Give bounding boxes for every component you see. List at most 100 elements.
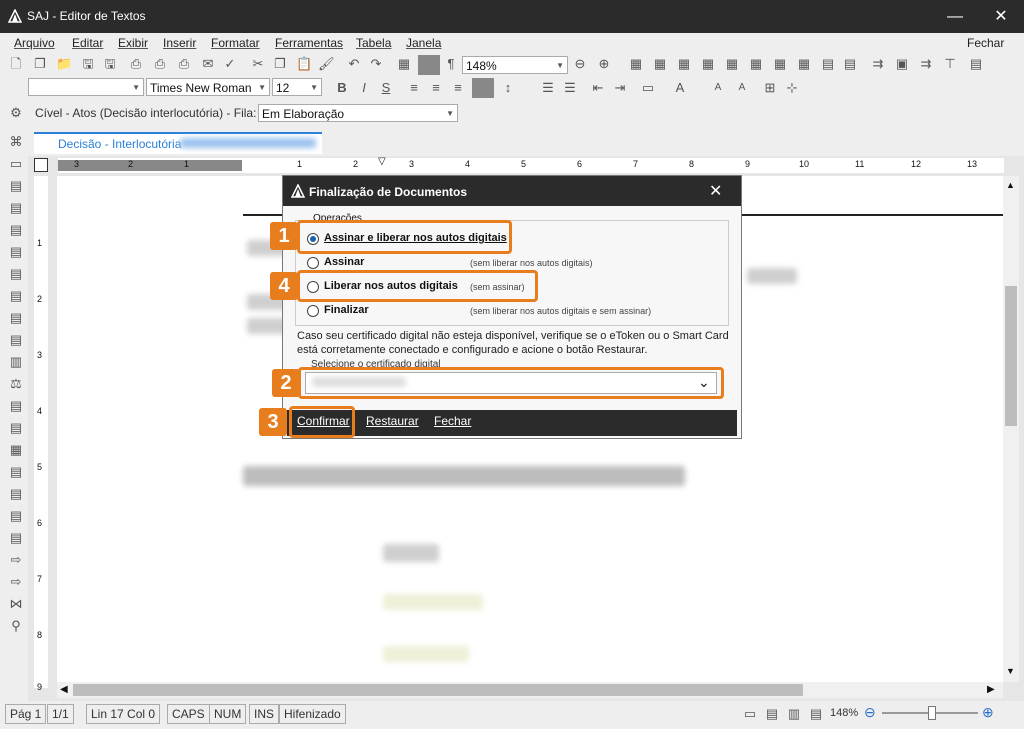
scroll-down-icon[interactable]: ▼: [1006, 666, 1015, 676]
insert-icon[interactable]: ⇉: [918, 56, 934, 72]
option-assinar-label[interactable]: Assinar: [324, 256, 364, 268]
tool-9-icon[interactable]: ▤: [8, 310, 24, 326]
tool-16-icon[interactable]: ▤: [8, 464, 24, 480]
table-icon[interactable]: ▦: [396, 56, 412, 72]
menu-fechar[interactable]: Fechar: [967, 36, 1004, 50]
menu-janela[interactable]: Janela: [406, 36, 441, 50]
save-icon[interactable]: 🖫: [102, 56, 118, 72]
close-button[interactable]: Fechar: [434, 414, 471, 428]
hscroll-thumb[interactable]: [73, 684, 803, 696]
align-justify-icon[interactable]: [472, 78, 494, 98]
font-select[interactable]: Times New Roman ▼: [146, 78, 270, 96]
paste-icon[interactable]: 📋: [296, 56, 312, 72]
more-icon[interactable]: ▤: [968, 56, 984, 72]
email-icon[interactable]: ✉: [200, 56, 216, 72]
bullets-icon[interactable]: ☰: [540, 80, 556, 96]
vertical-scrollbar[interactable]: ▲ ▼: [1003, 176, 1019, 682]
table-delete-col-icon[interactable]: ▦: [700, 56, 716, 72]
macro-icon[interactable]: ⇉: [870, 56, 886, 72]
zoom-slider-thumb[interactable]: [928, 706, 936, 720]
tool-18-icon[interactable]: ▤: [8, 508, 24, 524]
bold-icon[interactable]: B: [334, 80, 350, 96]
menu-exibir[interactable]: Exibir: [118, 36, 148, 50]
tool-13-icon[interactable]: ▤: [8, 398, 24, 414]
draft-view-icon[interactable]: ▤: [808, 706, 824, 722]
style-select[interactable]: ▼: [28, 78, 144, 96]
undo-icon[interactable]: ↶: [346, 56, 362, 72]
menu-tabela[interactable]: Tabela: [356, 36, 391, 50]
doc-tab[interactable]: Decisão - Interlocutória: [34, 132, 322, 154]
align-right-icon[interactable]: ≡: [450, 80, 466, 96]
tool-5-icon[interactable]: ▤: [8, 222, 24, 238]
indent-icon[interactable]: ⇥: [612, 80, 628, 96]
align-center-icon[interactable]: ≡: [428, 80, 444, 96]
zoom-out-icon[interactable]: ⊖: [572, 56, 588, 72]
print-preview-icon[interactable]: ⎙: [152, 56, 168, 72]
scroll-right-icon[interactable]: ▶: [987, 684, 995, 695]
numbering-icon[interactable]: ☰: [562, 80, 578, 96]
layout-view-icon[interactable]: ▤: [764, 706, 780, 722]
template-icon[interactable]: ▣: [894, 56, 910, 72]
grow-font-icon[interactable]: A: [710, 80, 726, 96]
menu-arquivo[interactable]: Arquivo: [14, 36, 55, 50]
format-painter-icon[interactable]: 🖌: [318, 56, 335, 72]
table-insert-col-icon[interactable]: ▦: [652, 56, 668, 72]
line-spacing-icon[interactable]: ↕: [500, 80, 516, 96]
underline-icon[interactable]: S: [378, 80, 394, 96]
zoom-select[interactable]: 148% ▼: [462, 56, 568, 74]
tool-10-icon[interactable]: ▤: [8, 332, 24, 348]
field-icon[interactable]: ▤: [820, 56, 836, 72]
font-color-icon[interactable]: A: [672, 80, 688, 96]
queue-select[interactable]: Em Elaboração ▼: [258, 104, 458, 122]
shrink-font-icon[interactable]: A: [734, 80, 750, 96]
radio-assinar[interactable]: [307, 257, 319, 269]
field2-icon[interactable]: ▤: [842, 56, 858, 72]
copy-clip-icon[interactable]: ❐: [272, 56, 288, 72]
tool-21-icon[interactable]: ⇨: [8, 574, 24, 590]
tool-4-icon[interactable]: ▤: [8, 200, 24, 216]
font-size-select[interactable]: 12 ▼: [272, 78, 322, 96]
minimize-button[interactable]: —: [932, 4, 978, 30]
menu-formatar[interactable]: Formatar: [211, 36, 260, 50]
table-delete-row-icon[interactable]: ▦: [676, 56, 692, 72]
new-icon[interactable]: 🗋: [8, 56, 24, 72]
copy-icon[interactable]: ❐: [32, 56, 48, 72]
case-icon[interactable]: ⊞: [762, 80, 778, 96]
tool-17-icon[interactable]: ▤: [8, 486, 24, 502]
open-icon[interactable]: 📁: [56, 56, 72, 72]
vscroll-thumb[interactable]: [1005, 286, 1017, 426]
symbol-icon[interactable]: ⊹: [784, 80, 800, 96]
outdent-icon[interactable]: ⇤: [590, 80, 606, 96]
scroll-left-icon[interactable]: ◀: [60, 684, 68, 695]
pilcrow-icon[interactable]: ¶: [443, 56, 459, 72]
print-setup-icon[interactable]: ⎙: [176, 56, 192, 72]
save-as-icon[interactable]: 🖫: [80, 56, 96, 72]
tool-20-icon[interactable]: ⇨: [8, 552, 24, 568]
italic-icon[interactable]: I: [356, 80, 372, 96]
zoom-in-icon[interactable]: ⊕: [596, 56, 612, 72]
restore-button[interactable]: Restaurar: [366, 414, 419, 428]
option-finalizar-label[interactable]: Finalizar: [324, 304, 369, 316]
tool-1-icon[interactable]: ⌘: [8, 134, 24, 150]
menu-inserir[interactable]: Inserir: [163, 36, 196, 50]
menu-editar[interactable]: Editar: [72, 36, 103, 50]
horizontal-scrollbar[interactable]: ◀ ▶: [57, 682, 1003, 698]
close-window-button[interactable]: ✕: [978, 4, 1024, 30]
page-view-icon[interactable]: ▭: [742, 706, 758, 722]
variable-icon[interactable]: ⊤: [942, 56, 958, 72]
dialog-close-icon[interactable]: ✕: [709, 181, 722, 201]
tool-8-icon[interactable]: ▤: [8, 288, 24, 304]
tool-2-icon[interactable]: ▭: [8, 156, 24, 172]
two-page-icon[interactable]: ▥: [786, 706, 802, 722]
table-borders-icon[interactable]: ▦: [772, 56, 788, 72]
indent-marker-icon[interactable]: ▽: [378, 156, 386, 167]
cut-icon[interactable]: ✂: [250, 56, 266, 72]
table-insert-row-icon[interactable]: ▦: [628, 56, 644, 72]
tool-12-icon[interactable]: ⚖: [8, 376, 24, 392]
tool-3-icon[interactable]: ▤: [8, 178, 24, 194]
tool-19-icon[interactable]: ▤: [8, 530, 24, 546]
tab-stop-selector[interactable]: [34, 158, 48, 172]
tool-6-icon[interactable]: ▤: [8, 244, 24, 260]
tool-23-icon[interactable]: ⚲: [8, 618, 24, 634]
grid-toggle-icon[interactable]: [418, 55, 440, 75]
